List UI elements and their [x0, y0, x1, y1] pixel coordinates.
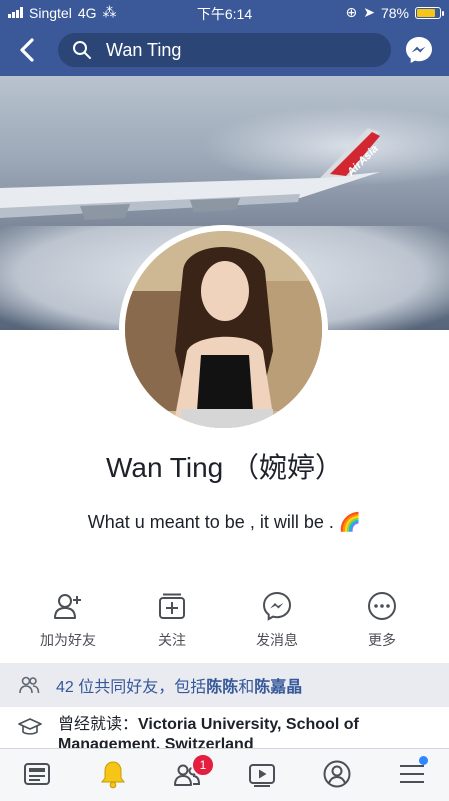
education-prefix: 曾经就读：: [58, 716, 139, 733]
follow-label: 关注: [158, 632, 186, 648]
more-label: 更多: [368, 632, 396, 648]
search-query[interactable]: Wan Ting: [106, 40, 181, 61]
location-icon: ➤: [363, 4, 375, 20]
search-bar[interactable]: Wan Ting: [58, 33, 391, 67]
battery-icon: [415, 6, 444, 19]
battery-percent: 78%: [380, 4, 409, 21]
mutual-friends-row[interactable]: 42 位共同好友，包括陈陈和陈嘉晶: [0, 663, 449, 707]
profile-photo-image: [125, 231, 322, 428]
profile-actions: 加为好友 关注 发消息 更多: [0, 590, 449, 654]
follow-icon: [159, 593, 185, 619]
more-icon: [368, 592, 396, 620]
profile-icon[interactable]: [322, 759, 352, 789]
messenger-icon: [262, 591, 292, 621]
back-arrow-icon[interactable]: [14, 36, 42, 64]
bottom-tab-bar: [0, 748, 449, 801]
profile-picture[interactable]: [119, 225, 328, 434]
watch-video-icon[interactable]: [247, 759, 277, 789]
notification-badge: 1: [191, 753, 215, 777]
profile-bio: What u meant to be , it will be . 🌈: [87, 512, 362, 532]
orientation-lock-icon: ⊕: [345, 4, 358, 20]
mutual-friends-prefix: 42 位共同好友，包括: [56, 679, 207, 696]
menu-new-dot: [419, 756, 428, 765]
profile-name: Wan Ting （婉婷）: [105, 452, 344, 483]
mutual-friend-link[interactable]: 陈嘉晶: [254, 679, 302, 696]
news-feed-icon[interactable]: [22, 759, 52, 789]
more-button[interactable]: 更多: [332, 590, 432, 650]
add-friend-icon: [54, 594, 81, 619]
add-friend-label: 加为好友: [40, 632, 96, 648]
status-bar: Singtel 4G ⁂ 下午6:14 ⊕ ➤ 78%: [0, 0, 449, 24]
follow-button[interactable]: 关注: [122, 590, 222, 650]
mutual-friend-link[interactable]: 陈陈: [206, 679, 238, 696]
education-row[interactable]: 曾经就读：Victoria University, School of Mana…: [0, 713, 449, 749]
messenger-icon[interactable]: [403, 34, 435, 66]
mutual-friends-joiner: 和: [238, 679, 255, 696]
graduation-cap-icon: [18, 718, 42, 735]
friends-icon: [19, 676, 40, 694]
top-nav: Wan Ting: [0, 24, 449, 76]
notifications-bell-icon[interactable]: [98, 759, 128, 789]
message-label: 发消息: [256, 632, 298, 648]
search-icon: [73, 41, 91, 59]
message-button[interactable]: 发消息: [227, 590, 327, 650]
add-friend-button[interactable]: 加为好友: [18, 590, 118, 650]
